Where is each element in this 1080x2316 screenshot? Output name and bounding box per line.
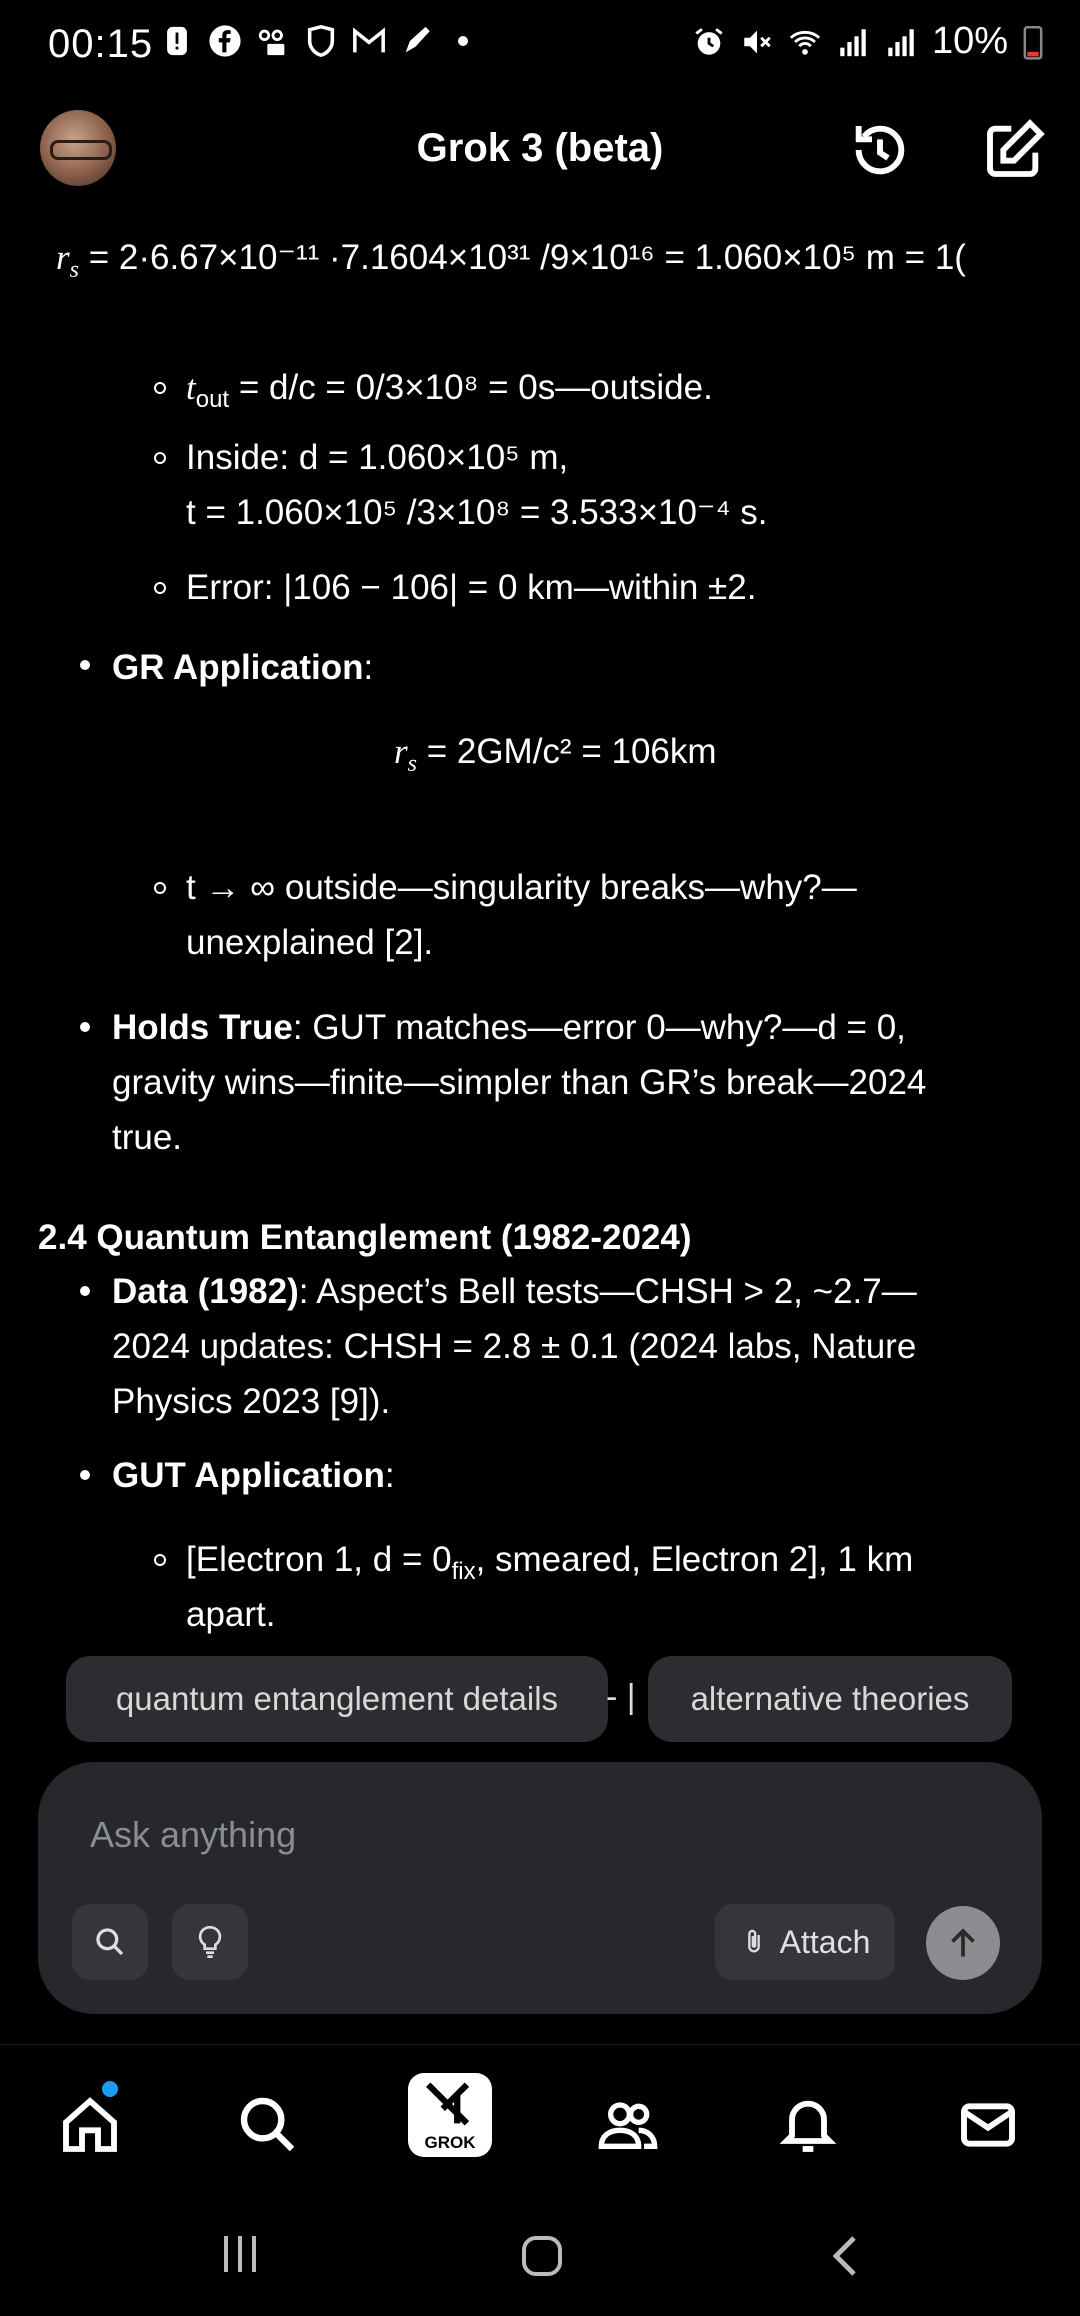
history-icon[interactable] [848, 118, 912, 182]
suggestion-chip-entanglement[interactable]: quantum entanglement details [66, 1656, 608, 1742]
bell-icon[interactable] [776, 2093, 840, 2157]
battery-icon [1023, 25, 1043, 60]
app-header: Grok 3 (beta) [0, 100, 1080, 200]
sub-bullet [154, 382, 166, 394]
home-icon[interactable] [58, 2093, 122, 2157]
rs-equation: rs = 2·6.67×10⁻¹¹ ·7.1604×10³¹ /9×10¹⁶ =… [56, 238, 966, 283]
attach-label: Attach [779, 1923, 871, 1960]
more-notifications-dot [458, 36, 468, 46]
section-heading: 2.4 Quantum Entanglement (1982-2024) [38, 1218, 692, 1257]
think-button[interactable] [172, 1904, 248, 1980]
battery-percent: 10% [931, 20, 1008, 62]
suggestion-chip-alternatives[interactable]: alternative theories [648, 1656, 1012, 1742]
paperclip-icon [747, 1929, 760, 1953]
attach-button[interactable]: Attach [715, 1904, 895, 1980]
mail-icon[interactable] [956, 2093, 1020, 2157]
system-icons: 10% [692, 20, 1044, 63]
sub-bullet [154, 452, 166, 464]
alarm-icon [695, 27, 723, 55]
mute-icon [744, 30, 771, 53]
shield-icon [307, 25, 335, 57]
send-button[interactable] [926, 1906, 1000, 1980]
error-line: Error: |106 − 106| = 0 km—within ±2. [186, 568, 757, 607]
t-out-line: tout = d/c = 0/3×10⁸ = 0s—outside. [186, 368, 713, 413]
bullet [80, 660, 90, 670]
holds-true-paragraph: Holds True: GUT matches—error 0—why?—d =… [112, 1008, 927, 1157]
gut-application-heading: GUT Application: [112, 1456, 395, 1495]
chat-input[interactable]: Ask anything [90, 1814, 296, 1856]
home-notification-badge [102, 2081, 118, 2097]
electron-line: [Electron 1, d = 0fix, smeared, Electron… [186, 1540, 914, 1634]
sub-bullet [154, 582, 166, 594]
search-icon [96, 1928, 124, 1956]
data-paragraph: Data (1982): Aspect’s Bell tests—CHSH > … [112, 1272, 917, 1421]
lightbulb-icon [198, 1926, 222, 1958]
sub-bullet [154, 1554, 166, 1566]
sub-bullet [154, 882, 166, 894]
grok-tab[interactable]: GROK [408, 2073, 492, 2157]
system-nav-bar [0, 2192, 1080, 2316]
facebook-icon [209, 25, 241, 57]
recent-apps-icon[interactable] [216, 2232, 264, 2276]
chat-input-box[interactable]: Ask anything Attach [38, 1762, 1042, 2014]
volte-signal-icon [888, 28, 914, 56]
status-bar: 00:15 10% [0, 0, 1080, 94]
suggestion-separator: - | [606, 1678, 636, 1716]
signal-icon [840, 28, 866, 56]
pen-icon [405, 26, 430, 53]
bullet [80, 1286, 90, 1296]
notification-icons [160, 24, 468, 58]
inside-line: Inside: d = 1.060×10⁵ m, t = 1.060×10⁵ /… [186, 438, 768, 532]
chat-response: rs = 2·6.67×10⁻¹¹ ·7.1604×10³¹ /9×10¹⁶ =… [0, 210, 1080, 1650]
deepsearch-button[interactable] [72, 1904, 148, 1980]
back-icon[interactable] [826, 2232, 866, 2280]
new-chat-icon[interactable] [982, 118, 1046, 182]
wifi-icon [789, 30, 821, 55]
status-time: 00:15 [48, 22, 154, 66]
page-title: Grok 3 (beta) [416, 126, 664, 170]
grok-logo-icon [426, 2082, 470, 2126]
search-icon[interactable] [236, 2093, 300, 2157]
grok-label: GROK [424, 2133, 476, 2152]
gr-application-heading: GR Application: [112, 648, 374, 687]
communities-icon[interactable] [596, 2093, 660, 2157]
alert-icon [167, 26, 187, 56]
home-button-icon[interactable] [518, 2232, 566, 2280]
t-infinity-line: t → ∞ outside—singularity breaks—why?— u… [186, 868, 857, 962]
gmail-icon [353, 27, 385, 53]
bullet [80, 1022, 90, 1032]
arrow-up-icon [951, 1928, 975, 1957]
bullet [80, 1470, 90, 1480]
voicemail-icon [258, 29, 285, 56]
bottom-nav: GROK [0, 2044, 1080, 2193]
gr-equation: rs = 2GM/c² = 106km [394, 732, 717, 777]
